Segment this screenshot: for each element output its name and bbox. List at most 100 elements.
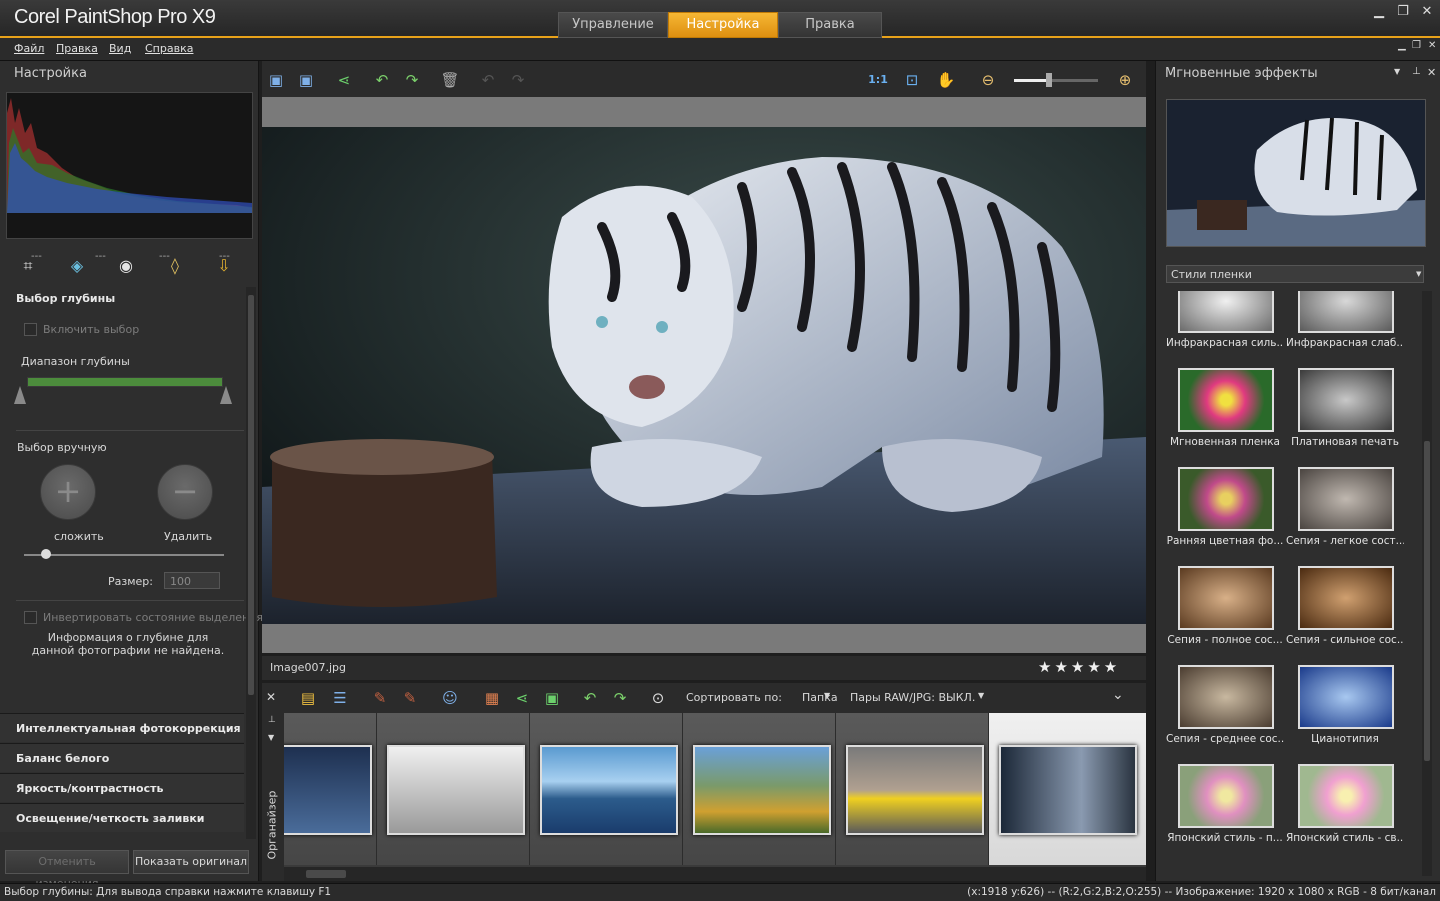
range-max-handle[interactable] bbox=[220, 386, 232, 404]
accordion-brightness-contrast[interactable]: Яркость/контрастность bbox=[0, 773, 244, 802]
dropdown-arrow-icon[interactable]: ▼ bbox=[1416, 270, 1421, 278]
panel-menu-icon[interactable]: ▼ bbox=[1394, 67, 1400, 76]
menu-arrow-icon[interactable]: ▼ bbox=[268, 733, 274, 742]
thumbnail[interactable] bbox=[836, 713, 989, 865]
zoom-out-icon[interactable]: ⊖ bbox=[978, 70, 998, 90]
org-share-icon[interactable]: ⋖ bbox=[512, 688, 532, 708]
doc-close-icon[interactable]: ✕ bbox=[1428, 40, 1436, 51]
org-rotate-left-icon[interactable]: ↶ bbox=[580, 688, 600, 708]
rotate-right-icon[interactable]: ↷ bbox=[402, 70, 422, 90]
accordion-white-balance[interactable]: Баланс белого bbox=[0, 743, 244, 772]
zoom-slider-handle[interactable] bbox=[1046, 73, 1052, 87]
sort-dropdown-arrow-icon[interactable]: ▼ bbox=[824, 691, 830, 700]
organizer-sidebar: ⊥ ▼ Органайзер bbox=[262, 713, 284, 881]
sort-dropdown[interactable]: Папка bbox=[802, 691, 838, 704]
depth-section-title: Выбор глубины bbox=[16, 292, 116, 305]
effect-item[interactable]: Цианотипия bbox=[1286, 657, 1404, 755]
range-min-handle[interactable] bbox=[14, 386, 26, 404]
retouch-icon[interactable]: ◊ bbox=[164, 255, 186, 277]
effect-item[interactable]: Сепия - сильное сос... bbox=[1286, 558, 1404, 656]
caption-icon[interactable]: ✎ bbox=[400, 688, 420, 708]
close-icon[interactable]: ✕ bbox=[1418, 4, 1436, 20]
effects-scrollbar[interactable] bbox=[1422, 291, 1432, 876]
tab-adjust[interactable]: Настройка bbox=[668, 12, 778, 38]
delete-icon[interactable]: 🗑 bbox=[440, 70, 460, 90]
effect-item[interactable]: Японский стиль - п... bbox=[1166, 756, 1284, 854]
filename: Image007.jpg bbox=[270, 661, 346, 674]
effect-item[interactable]: Сепия - легкое сост... bbox=[1286, 459, 1404, 557]
pan-hand-icon[interactable]: ✋ bbox=[936, 70, 956, 90]
thumbnail-selected[interactable] bbox=[989, 713, 1146, 865]
save-as-icon[interactable]: ▣ bbox=[296, 70, 316, 90]
fit-window-icon[interactable]: ⊡ bbox=[902, 70, 922, 90]
rating-stars[interactable]: ★★★★★ bbox=[1038, 658, 1120, 676]
remove-button[interactable]: − bbox=[157, 464, 213, 520]
doc-minimize-icon[interactable]: ▁ bbox=[1398, 40, 1406, 51]
raw-jpg-pairs-dropdown[interactable]: Пары RAW/JPG: ВЫКЛ. bbox=[850, 691, 975, 704]
hist-label: --- bbox=[95, 251, 106, 262]
effect-item[interactable]: Японский стиль - св... bbox=[1286, 756, 1404, 854]
zoom-slider[interactable] bbox=[1014, 79, 1098, 82]
organizer-close-icon[interactable]: ✕ bbox=[266, 690, 276, 704]
share-icon[interactable]: ⋖ bbox=[334, 70, 354, 90]
size-slider[interactable] bbox=[24, 554, 224, 556]
panel-close-icon[interactable]: ✕ bbox=[1427, 66, 1436, 79]
tab-manage[interactable]: Управление bbox=[558, 12, 668, 38]
panel-pin-icon[interactable]: ⊥ bbox=[1412, 66, 1421, 77]
effect-item[interactable]: Сепия - полное сос... bbox=[1166, 558, 1284, 656]
show-original-button[interactable]: Показать оригинал bbox=[133, 850, 249, 874]
effect-item[interactable]: Мгновенная пленка bbox=[1166, 360, 1284, 458]
raw-dropdown-arrow-icon[interactable]: ▼ bbox=[978, 691, 984, 700]
accordion-fill-light-clarity[interactable]: Освещение/четкость заливки bbox=[0, 803, 244, 832]
invert-selection-checkbox[interactable] bbox=[24, 611, 37, 624]
minimize-icon[interactable]: ▁ bbox=[1370, 4, 1388, 20]
effect-category-dropdown[interactable]: Стили пленки bbox=[1166, 265, 1424, 283]
organizer-scrollbar[interactable] bbox=[284, 867, 1146, 881]
thumbnail[interactable] bbox=[530, 713, 683, 865]
menu-view[interactable]: Вид bbox=[109, 42, 131, 55]
thumbnail[interactable] bbox=[377, 713, 530, 865]
thumbnail[interactable] bbox=[284, 713, 377, 865]
red-eye-icon[interactable]: ◉ bbox=[115, 255, 137, 277]
accordion-smart-photo-fix[interactable]: Интеллектуальная фотокоррекция bbox=[0, 713, 244, 742]
add-button[interactable]: + bbox=[40, 464, 96, 520]
size-input[interactable]: 100 bbox=[164, 572, 220, 589]
undo-icon[interactable]: ↶ bbox=[478, 70, 498, 90]
org-rotate-right-icon[interactable]: ↷ bbox=[610, 688, 630, 708]
left-scrollbar[interactable] bbox=[246, 287, 256, 839]
smart-photo-fix-icon[interactable]: ⇩ bbox=[213, 255, 235, 277]
effect-item[interactable]: Платиновая печать bbox=[1286, 360, 1404, 458]
effect-item[interactable]: Инфракрасная слаб... bbox=[1286, 291, 1404, 359]
redo-icon[interactable]: ↷ bbox=[508, 70, 528, 90]
menu-file[interactable]: Файл bbox=[14, 42, 44, 55]
view-mode-icon[interactable]: ☰ bbox=[330, 688, 350, 708]
actual-size-icon[interactable]: 1:1 bbox=[868, 70, 888, 90]
slideshow-icon[interactable]: ▣ bbox=[542, 688, 562, 708]
menu-edit[interactable]: Правка bbox=[56, 42, 98, 55]
tag-icon[interactable]: ✎ bbox=[370, 688, 390, 708]
image-canvas[interactable] bbox=[262, 97, 1146, 653]
size-slider-handle[interactable] bbox=[41, 549, 51, 559]
zoom-in-icon[interactable]: ⊕ bbox=[1115, 70, 1135, 90]
undo-changes-button[interactable]: Отменить изменения bbox=[5, 850, 129, 890]
effect-item[interactable]: Ранняя цветная фо... bbox=[1166, 459, 1284, 557]
capture-icon[interactable]: ⊙ bbox=[648, 688, 668, 708]
pin-icon[interactable]: ⊥ bbox=[268, 715, 276, 725]
crop-icon[interactable]: ⌗ bbox=[17, 255, 39, 277]
batch-icon[interactable]: ▦ bbox=[482, 688, 502, 708]
enable-select-checkbox[interactable] bbox=[24, 323, 37, 336]
collapse-chevron-icon[interactable]: ⌄ bbox=[1112, 687, 1124, 703]
effect-item[interactable]: Сепия - среднее сос... bbox=[1166, 657, 1284, 755]
effect-item[interactable]: Инфракрасная силь... bbox=[1166, 291, 1284, 359]
thumbnail[interactable] bbox=[683, 713, 836, 865]
depth-range-bar[interactable] bbox=[27, 377, 223, 387]
tab-edit[interactable]: Правка bbox=[778, 12, 882, 38]
restore-icon[interactable]: ❐ bbox=[1394, 4, 1412, 20]
doc-restore-icon[interactable]: ❐ bbox=[1412, 40, 1421, 51]
rotate-left-icon[interactable]: ↶ bbox=[372, 70, 392, 90]
menu-help[interactable]: Справка bbox=[145, 42, 193, 55]
straighten-icon[interactable]: ◈ bbox=[66, 255, 88, 277]
navigation-icon[interactable]: ▤ bbox=[298, 688, 318, 708]
save-icon[interactable]: ▣ bbox=[266, 70, 286, 90]
people-icon[interactable]: ☺ bbox=[440, 688, 460, 708]
